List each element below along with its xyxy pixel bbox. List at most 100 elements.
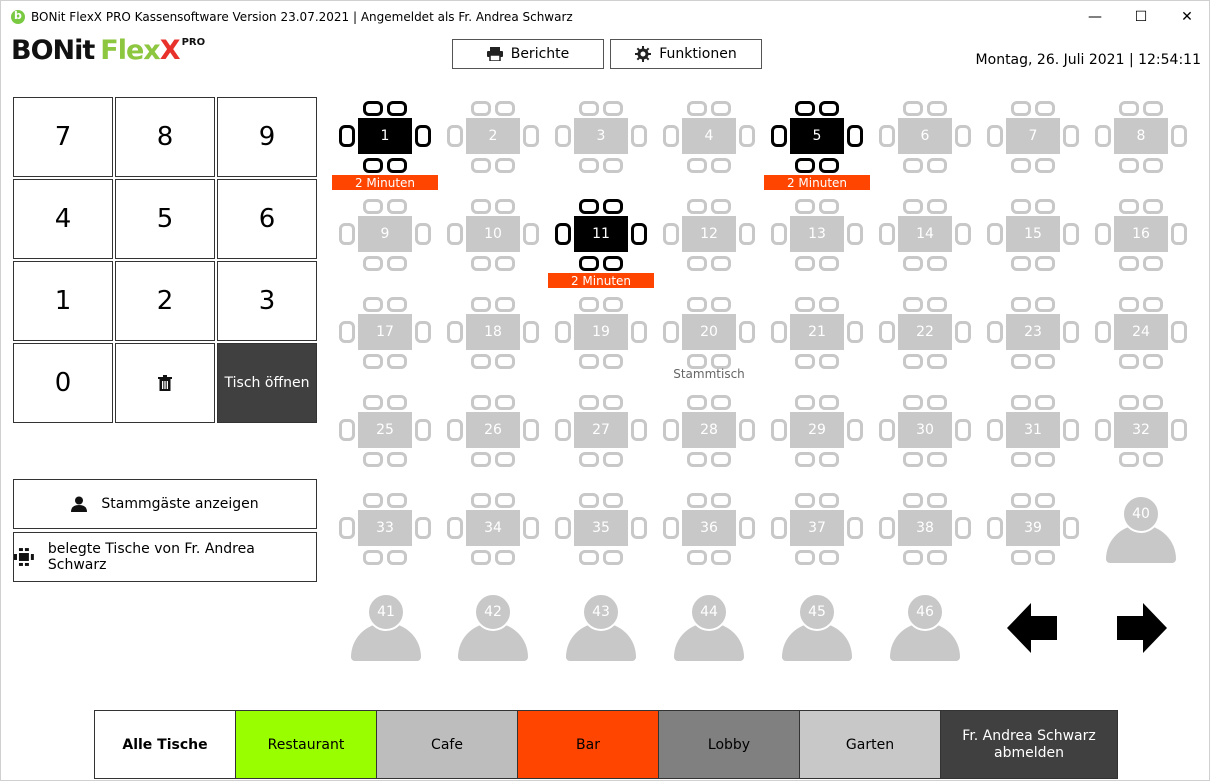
close-button[interactable]: ✕ (1164, 1, 1210, 32)
key-3[interactable]: 3 (217, 261, 317, 341)
table-8[interactable]: 8 (1095, 101, 1187, 173)
table-28[interactable]: 28 (663, 395, 755, 467)
arrow-left-icon[interactable] (1007, 603, 1059, 653)
chair (1171, 321, 1187, 343)
table-38[interactable]: 38 (879, 493, 971, 565)
arrow-right-icon[interactable] (1115, 603, 1167, 653)
guest-seat-42[interactable]: 42 (458, 593, 528, 663)
chair (847, 125, 863, 147)
guest-seat-40[interactable]: 40 (1106, 495, 1176, 565)
tab-alle-tische[interactable]: Alle Tische (95, 711, 236, 778)
guest-seat-43[interactable]: 43 (566, 593, 636, 663)
chair (363, 158, 383, 173)
chair (903, 395, 923, 410)
chair (879, 125, 895, 147)
table-4[interactable]: 4 (663, 101, 755, 173)
key-5[interactable]: 5 (115, 179, 215, 259)
tab-cafe[interactable]: Cafe (377, 711, 518, 778)
guest-seat-45[interactable]: 45 (782, 593, 852, 663)
table-23[interactable]: 23 (987, 297, 1079, 369)
tab-bar[interactable]: Bar (518, 711, 659, 778)
tab-fr-andrea-schwarz-abmelden[interactable]: Fr. Andrea Schwarz abmelden (941, 711, 1117, 778)
open-table-button[interactable]: Tisch öffnen (217, 343, 317, 423)
table-number: 15 (1006, 216, 1060, 252)
chair (471, 493, 491, 508)
chair (555, 419, 571, 441)
key-4[interactable]: 4 (13, 179, 113, 259)
key-2[interactable]: 2 (115, 261, 215, 341)
chair (603, 199, 623, 214)
table-27[interactable]: 27 (555, 395, 647, 467)
table-29[interactable]: 29 (771, 395, 863, 467)
table-9[interactable]: 9 (339, 199, 431, 271)
table-18[interactable]: 18 (447, 297, 539, 369)
guest-number: 40 (1122, 495, 1160, 533)
pos-window: BONit FlexX PRO Kassensoftware Version 2… (0, 0, 1210, 781)
delete-key[interactable] (115, 343, 215, 423)
chair (1035, 550, 1055, 565)
chair (1119, 158, 1139, 173)
table-19[interactable]: 19 (555, 297, 647, 369)
key-1[interactable]: 1 (13, 261, 113, 341)
table-15[interactable]: 15 (987, 199, 1079, 271)
table-3[interactable]: 3 (555, 101, 647, 173)
chair (927, 493, 947, 508)
table-34[interactable]: 34 (447, 493, 539, 565)
occupied-tables-button[interactable]: belegte Tische von Fr. Andrea Schwarz (13, 532, 317, 582)
chair (579, 493, 599, 508)
table-number: 20 (682, 314, 736, 350)
chair (555, 223, 571, 245)
table-14[interactable]: 14 (879, 199, 971, 271)
table-6[interactable]: 6 (879, 101, 971, 173)
key-8[interactable]: 8 (115, 97, 215, 177)
table-37[interactable]: 37 (771, 493, 863, 565)
key-7[interactable]: 7 (13, 97, 113, 177)
guest-seat-41[interactable]: 41 (351, 593, 421, 663)
table-22[interactable]: 22 (879, 297, 971, 369)
chair (819, 101, 839, 116)
table-32[interactable]: 32 (1095, 395, 1187, 467)
table-7[interactable]: 7 (987, 101, 1079, 173)
table-24[interactable]: 24 (1095, 297, 1187, 369)
table-12[interactable]: 12 (663, 199, 755, 271)
maximize-button[interactable]: ☐ (1118, 1, 1164, 32)
table-30[interactable]: 30 (879, 395, 971, 467)
key-9[interactable]: 9 (217, 97, 317, 177)
table-17[interactable]: 17 (339, 297, 431, 369)
tab-restaurant[interactable]: Restaurant (236, 711, 377, 778)
chair (739, 125, 755, 147)
table-number: 26 (466, 412, 520, 448)
key-0[interactable]: 0 (13, 343, 113, 423)
table-16[interactable]: 16 (1095, 199, 1187, 271)
reports-button[interactable]: Berichte (452, 39, 604, 69)
table-33[interactable]: 33 (339, 493, 431, 565)
chair (687, 199, 707, 214)
title-bar: BONit FlexX PRO Kassensoftware Version 2… (1, 1, 1209, 32)
table-36[interactable]: 36 (663, 493, 755, 565)
table-25[interactable]: 25 (339, 395, 431, 467)
table-1[interactable]: 1 (339, 101, 431, 173)
table-10[interactable]: 10 (447, 199, 539, 271)
tab-garten[interactable]: Garten (800, 711, 941, 778)
table-2[interactable]: 2 (447, 101, 539, 173)
table-39[interactable]: 39 (987, 493, 1079, 565)
table-13[interactable]: 13 (771, 199, 863, 271)
guest-seat-46[interactable]: 46 (890, 593, 960, 663)
functions-button[interactable]: Funktionen (610, 39, 762, 69)
tab-lobby[interactable]: Lobby (659, 711, 800, 778)
table-21[interactable]: 21 (771, 297, 863, 369)
table-5[interactable]: 5 (771, 101, 863, 173)
show-regulars-button[interactable]: Stammgäste anzeigen (13, 479, 317, 529)
table-number: 25 (358, 412, 412, 448)
minimize-button[interactable]: — (1072, 1, 1118, 32)
table-20[interactable]: 20 (663, 297, 755, 369)
chair (711, 452, 731, 467)
table-31[interactable]: 31 (987, 395, 1079, 467)
table-26[interactable]: 26 (447, 395, 539, 467)
guest-seat-44[interactable]: 44 (674, 593, 744, 663)
table-11[interactable]: 11 (555, 199, 647, 271)
chair (927, 354, 947, 369)
key-6[interactable]: 6 (217, 179, 317, 259)
table-35[interactable]: 35 (555, 493, 647, 565)
chair (771, 321, 787, 343)
